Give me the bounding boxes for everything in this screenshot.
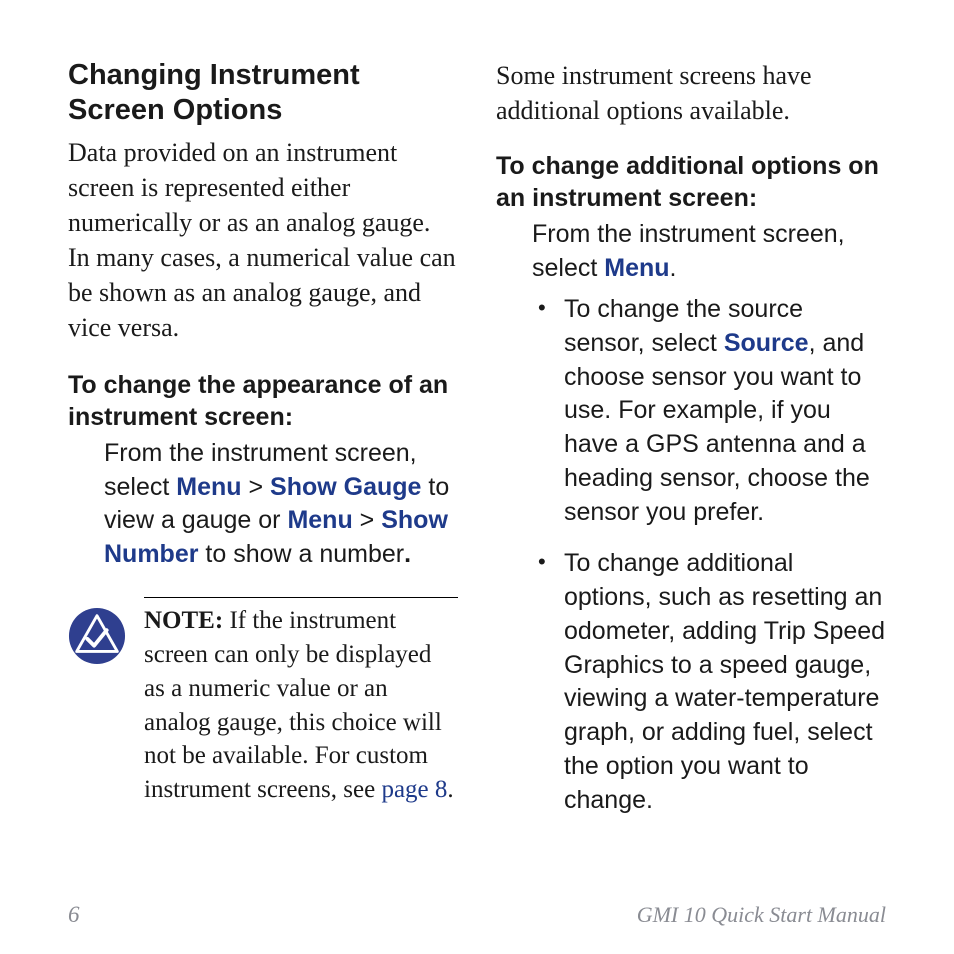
note-block: NOTE: If the instrument screen can only …: [68, 597, 458, 807]
intro-paragraph: Data provided on an instrument screen is…: [68, 135, 458, 346]
right-column: Some instrument screens have additional …: [496, 58, 886, 835]
step-end: .: [404, 540, 411, 568]
bullet-list: To change the source sensor, select Sour…: [532, 293, 886, 817]
list-item: To change additional options, such as re…: [532, 547, 886, 817]
page-link[interactable]: page 8: [381, 776, 447, 803]
step-frag: .: [670, 254, 677, 282]
procedure-body: From the instrument screen, select Menu.…: [496, 218, 886, 817]
breadcrumb-separator: >: [353, 506, 382, 534]
step-text: From the instrument screen, select Menu …: [104, 439, 449, 568]
procedure-step: From the instrument screen, select Menu …: [68, 437, 458, 571]
step-frag: From the instrument screen, select: [532, 220, 845, 282]
procedure-heading-additional: To change additional options on an instr…: [496, 150, 886, 214]
bullet-frag: , and choose sensor you want to use. For…: [564, 329, 870, 526]
checkmark-triangle-icon: [68, 607, 126, 665]
menu-keyword: Menu: [176, 473, 241, 501]
breadcrumb-separator: >: [242, 473, 271, 501]
intro-paragraph: Some instrument screens have additional …: [496, 58, 886, 128]
show-gauge-keyword: Show Gauge: [270, 473, 421, 501]
document-title: GMI 10 Quick Start Manual: [637, 902, 886, 928]
note-text: NOTE: If the instrument screen can only …: [144, 597, 458, 807]
note-body: If the instrument screen can only be dis…: [144, 607, 442, 803]
section-heading: Changing Instrument Screen Options: [68, 58, 458, 129]
page-content: Changing Instrument Screen Options Data …: [0, 0, 954, 835]
step-frag: to show a number: [198, 540, 404, 568]
source-keyword: Source: [724, 329, 809, 357]
page-number: 6: [68, 902, 80, 928]
procedure-heading-appearance: To change the appearance of an instrumen…: [68, 369, 458, 433]
menu-keyword: Menu: [604, 254, 669, 282]
menu-keyword: Menu: [287, 506, 352, 534]
page-footer: 6 GMI 10 Quick Start Manual: [68, 902, 886, 928]
procedure-step: From the instrument screen, select Menu.: [532, 218, 886, 285]
note-body-end: .: [447, 776, 453, 803]
list-item: To change the source sensor, select Sour…: [532, 293, 886, 529]
note-label: NOTE:: [144, 607, 223, 634]
left-column: Changing Instrument Screen Options Data …: [68, 58, 458, 835]
